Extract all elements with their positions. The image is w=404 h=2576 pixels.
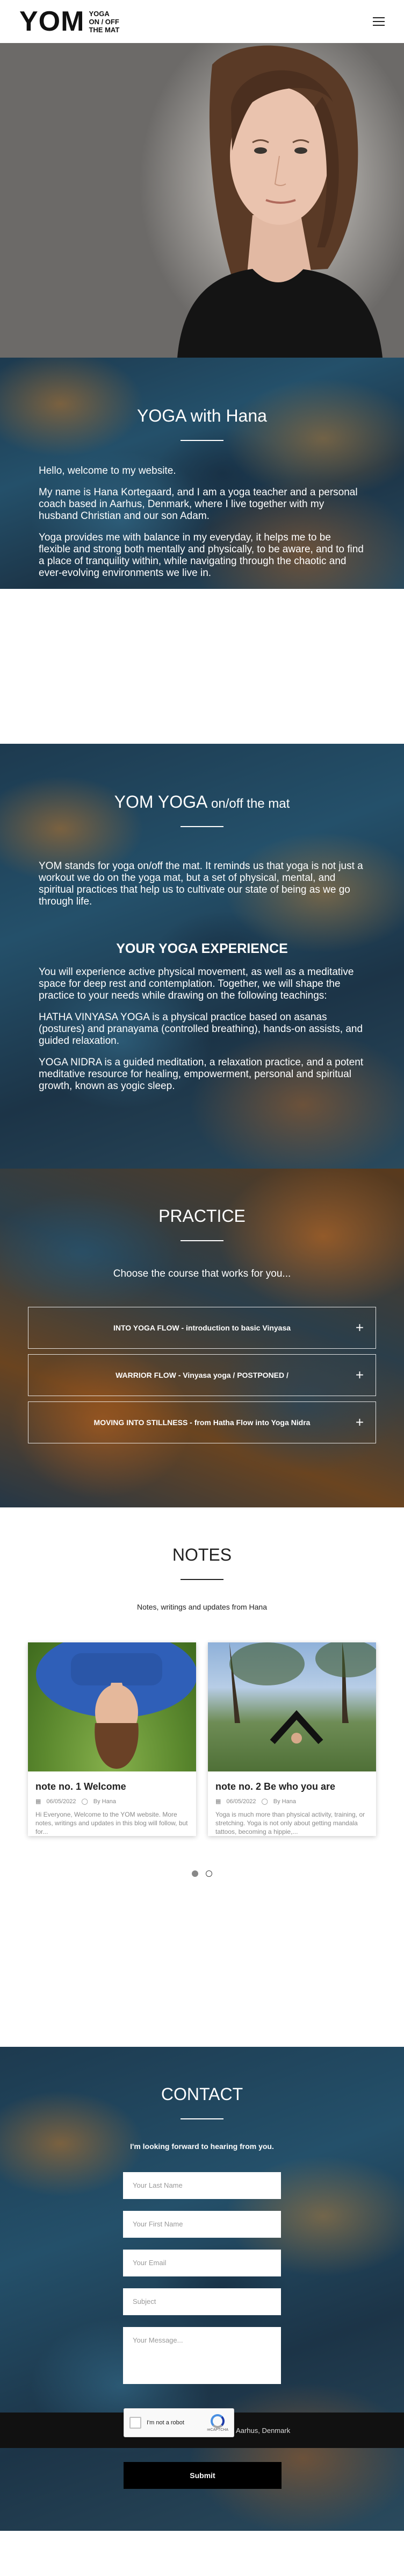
yom-title: YOM YOGA on/off the mat: [114, 792, 290, 812]
yom-yoga-section: YOM YOGA on/off the mat YOM stands for y…: [0, 744, 404, 1169]
recaptcha-widget[interactable]: I'm not a robot reCAPTCHA: [124, 2408, 234, 2437]
course-label: MOVING INTO STILLNESS - from Hatha Flow …: [93, 1418, 311, 1427]
contact-section: CONTACT I'm looking forward to hearing f…: [0, 2047, 404, 2531]
plus-icon[interactable]: +: [356, 1320, 364, 1336]
contact-lead: I'm looking forward to hearing from you.: [130, 2142, 274, 2151]
course-item[interactable]: MOVING INTO STILLNESS - from Hatha Flow …: [28, 1401, 376, 1443]
note-card[interactable]: note no. 1 Welcome ▦ 06/05/2022 ◯ By Han…: [28, 1642, 196, 1836]
notes-section: NOTES Notes, writings and updates from H…: [0, 1507, 404, 2047]
carousel-dot[interactable]: [206, 1870, 212, 1877]
practice-tagline: Choose the course that works for you...: [113, 1268, 291, 1279]
welcome-paragraph: Hello, welcome to my website.: [39, 465, 176, 476]
welcome-paragraph: I believe that regular yoga practice, as…: [39, 589, 364, 647]
last-name-field[interactable]: Your Last Name: [123, 2172, 281, 2199]
user-icon: ◯: [81, 1798, 88, 1805]
note-excerpt: Hi Everyone, Welcome to the YOM website.…: [35, 1811, 188, 1835]
hamburger-menu-icon[interactable]: [373, 17, 385, 26]
experience-paragraph: HATHA VINYASA YOGA is a physical practic…: [39, 1012, 363, 1047]
site-header: YOM YOGA ON / OFF THE MAT: [0, 0, 404, 43]
plus-icon[interactable]: +: [356, 1367, 364, 1384]
calendar-icon: ▦: [35, 1798, 41, 1805]
title-divider: [181, 826, 223, 827]
captcha-checkbox[interactable]: [129, 2417, 141, 2429]
captcha-label: I'm not a robot: [147, 2420, 184, 2426]
note-author: By Hana: [273, 1798, 296, 1805]
course-label: INTO YOGA FLOW - introduction to basic V…: [113, 1323, 291, 1332]
experience-title: YOUR YOGA EXPERIENCE: [116, 941, 288, 956]
note-date: 06/05/2022: [46, 1798, 76, 1805]
note-title[interactable]: note no. 1 Welcome: [35, 1781, 189, 1792]
submit-button[interactable]: Submit: [124, 2462, 282, 2489]
course-item[interactable]: WARRIOR FLOW - Vinyasa yoga / POSTPONED …: [28, 1354, 376, 1396]
note-meta: ▦ 06/05/2022 ◯ By Hana: [35, 1798, 189, 1805]
note-date: 06/05/2022: [226, 1798, 256, 1805]
title-divider: [181, 440, 223, 441]
course-accordion: INTO YOGA FLOW - introduction to basic V…: [28, 1307, 376, 1443]
welcome-paragraph: My name is Hana Kortegaard, and I am a y…: [39, 487, 358, 522]
notes-subtitle: Notes, writings and updates from Hana: [136, 1603, 267, 1611]
logo-wordmark: YOM: [19, 6, 85, 37]
title-divider: [181, 1579, 223, 1580]
practice-section: PRACTICE Choose the course that works fo…: [0, 1169, 404, 1507]
message-field[interactable]: Your Message...: [123, 2327, 281, 2384]
note-image: [28, 1642, 196, 1771]
calendar-icon: ▦: [215, 1798, 221, 1805]
email-field[interactable]: Your Email: [123, 2250, 281, 2276]
site-logo[interactable]: YOM YOGA ON / OFF THE MAT: [19, 8, 119, 35]
note-excerpt: Yoga is much more than physical activity…: [215, 1811, 365, 1835]
course-item[interactable]: INTO YOGA FLOW - introduction to basic V…: [28, 1307, 376, 1349]
note-image: [208, 1642, 376, 1771]
course-label: WARRIOR FLOW - Vinyasa yoga / POSTPONED …: [116, 1371, 288, 1379]
note-meta: ▦ 06/05/2022 ◯ By Hana: [215, 1798, 369, 1805]
hero-portrait: [0, 43, 404, 358]
notes-title: NOTES: [172, 1545, 232, 1564]
note-title[interactable]: note no. 2 Be who you are: [215, 1781, 369, 1792]
title-divider: [181, 2118, 223, 2119]
carousel-pagination: [28, 1870, 376, 1877]
welcome-body-section: Hello, welcome to my website. My name is…: [0, 465, 404, 744]
note-card[interactable]: note no. 2 Be who you are ▦ 06/05/2022 ◯…: [208, 1642, 376, 1836]
first-name-field[interactable]: Your First Name: [123, 2211, 281, 2238]
subject-field[interactable]: Subject: [123, 2288, 281, 2315]
notes-carousel: note no. 1 Welcome ▦ 06/05/2022 ◯ By Han…: [28, 1642, 376, 1836]
welcome-title: YOGA with Hana: [137, 406, 267, 425]
plus-icon[interactable]: +: [356, 1414, 364, 1431]
practice-title: PRACTICE: [158, 1206, 246, 1226]
experience-paragraph: You will experience active physical move…: [39, 966, 354, 1001]
portrait-image: [177, 45, 383, 358]
experience-paragraph: YOGA NIDRA is a guided meditation, a rel…: [39, 1057, 364, 1092]
contact-title: CONTACT: [161, 2084, 243, 2104]
contact-form: Your Last Name Your First Name Your Emai…: [123, 2172, 281, 2384]
carousel-dot[interactable]: [192, 1870, 198, 1877]
recaptcha-icon: reCAPTCHA: [207, 2414, 228, 2432]
welcome-paragraph: Yoga provides me with balance in my ever…: [39, 532, 364, 579]
title-divider: [181, 1240, 223, 1241]
note-author: By Hana: [93, 1798, 116, 1805]
yom-intro: YOM stands for yoga on/off the mat. It r…: [39, 860, 363, 907]
user-icon: ◯: [261, 1798, 268, 1805]
welcome-paragraph: My approach is simple, practical, and do…: [39, 658, 275, 669]
logo-tagline: YOGA ON / OFF THE MAT: [89, 9, 120, 34]
